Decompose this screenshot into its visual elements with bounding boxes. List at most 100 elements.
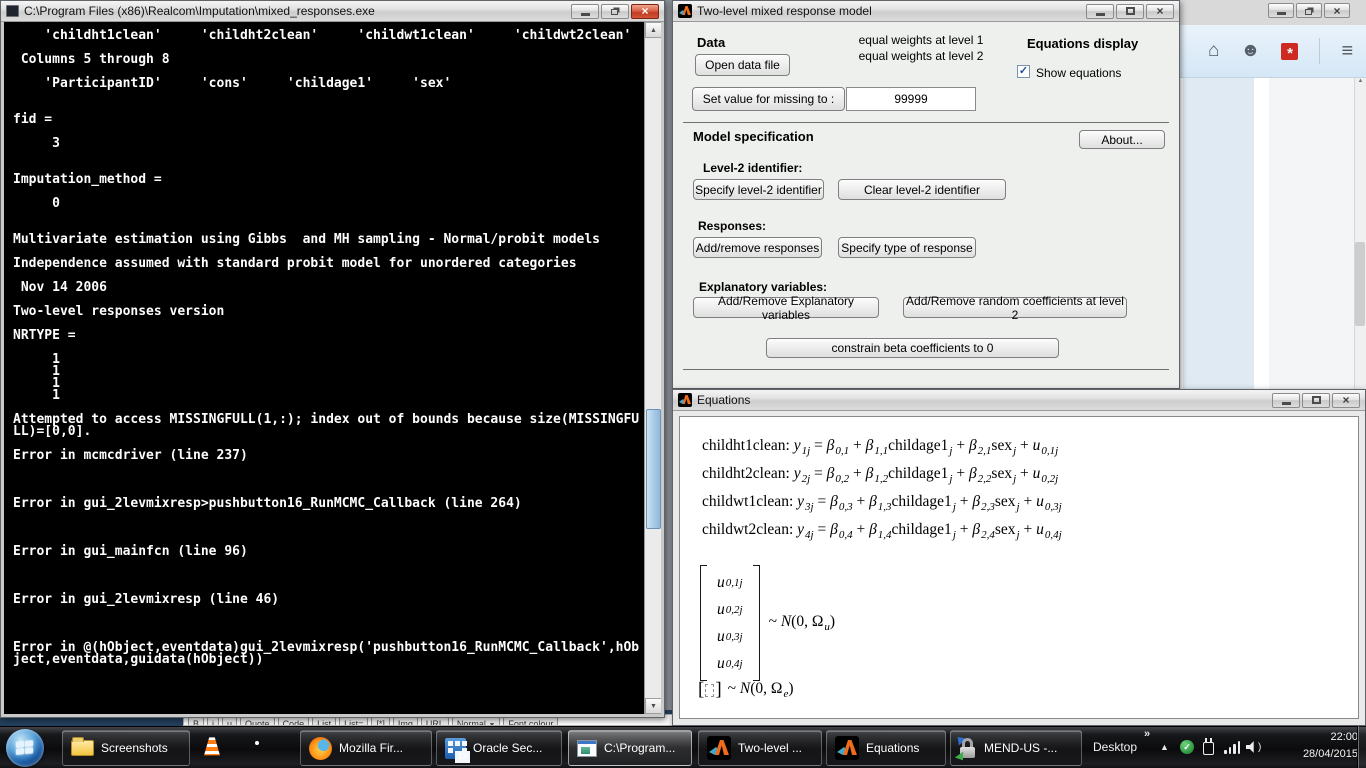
lock-icon <box>959 738 977 758</box>
desktop-toolbar-label[interactable]: Desktop <box>1093 740 1137 754</box>
browser-page-content: ▲ <box>1180 78 1366 390</box>
set-missing-value-button[interactable]: Set value for missing to : <box>692 87 845 111</box>
responses-heading: Responses: <box>698 219 766 233</box>
menu-icon[interactable]: ≡ <box>1341 40 1353 63</box>
taskbar-model-window-button[interactable]: Two-level ... <box>698 730 822 766</box>
specify-level2-button[interactable]: Specify level-2 identifier <box>693 179 824 200</box>
close-button[interactable]: × <box>1332 393 1360 408</box>
right-bracket: ] <box>715 679 721 701</box>
add-explanatory-button[interactable]: Add/Remove Explanatory variables <box>693 297 879 318</box>
show-equations-checkbox[interactable]: ✓ <box>1017 65 1030 78</box>
equation-line: childht1clean: y1j = β0,1 + β1,1childage… <box>702 437 1062 465</box>
editor-quote-button[interactable]: Quote <box>240 717 275 726</box>
clear-level2-button[interactable]: Clear level-2 identifier <box>838 179 1006 200</box>
open-data-file-button[interactable]: Open data file <box>695 54 790 76</box>
editor-font-colour-button[interactable]: Font colour <box>503 717 558 726</box>
editor-list-button[interactable]: List <box>312 717 336 726</box>
restore-button[interactable] <box>1296 3 1322 18</box>
close-button[interactable]: × <box>631 4 659 19</box>
tray-volume-icon[interactable]: ) <box>1246 726 1261 768</box>
tray-network-icon[interactable] <box>1224 726 1241 768</box>
chevron-right-icon[interactable]: » <box>1144 728 1150 740</box>
model-window-body: Data equal weights at level 1 equal weig… <box>675 22 1177 386</box>
specify-response-type-button[interactable]: Specify type of response <box>838 237 976 258</box>
constrain-beta-button[interactable]: constrain beta coefficients to 0 <box>766 338 1059 358</box>
taskbar-equations-button[interactable]: Equations <box>826 730 946 766</box>
minimize-button[interactable] <box>571 4 599 19</box>
about-button[interactable]: About... <box>1079 130 1165 149</box>
clock-date: 28/04/2015 <box>1282 746 1358 763</box>
missing-value-input[interactable] <box>846 87 976 111</box>
close-button[interactable]: × <box>1324 3 1350 18</box>
editor-list-eq-button[interactable]: List= <box>339 717 368 726</box>
minimize-button[interactable] <box>1086 4 1114 19</box>
matlab-icon <box>678 393 692 407</box>
u-term: u0,4j <box>717 650 743 677</box>
scrollbar-thumb[interactable] <box>646 409 661 529</box>
taskbar-screenshots-button[interactable]: Screenshots <box>62 730 190 766</box>
console-output-area: 'childht1clean' 'childht2clean' 'childwt… <box>4 22 661 714</box>
taskbar-console-button[interactable]: C:\Program... <box>568 730 692 766</box>
add-remove-responses-button[interactable]: Add/remove responses <box>693 237 822 258</box>
equations-titlebar[interactable]: Equations × <box>673 390 1365 411</box>
console-titlebar[interactable]: C:\Program Files (x86)\Realcom\Imputatio… <box>1 1 664 22</box>
minimize-button[interactable] <box>1268 3 1294 18</box>
maximize-button[interactable] <box>1116 4 1144 19</box>
close-button[interactable]: × <box>1146 4 1174 19</box>
random-coefficients-button[interactable]: Add/Remove random coefficients at level … <box>903 297 1127 318</box>
oracle-app-icon: 13 <box>445 738 466 759</box>
equation-rows: childht1clean: y1j = β0,1 + β1,1childage… <box>702 437 1062 549</box>
maximize-button[interactable] <box>1302 393 1330 408</box>
u-term: u0,2j <box>717 596 743 623</box>
random-effects-vector: u0,1j u0,2j u0,3j u0,4j ~ N(0, Ωu) <box>700 565 835 681</box>
u-term: u0,1j <box>717 569 743 596</box>
lastpass-icon[interactable]: * <box>1281 43 1298 60</box>
editor-italic-button[interactable]: i <box>207 717 219 726</box>
tray-clock[interactable]: 22:00 28/04/2015 <box>1282 729 1358 763</box>
editor-bullet-button[interactable]: [*] <box>371 717 390 726</box>
equation-line: childwt1clean: y3j = β0,3 + β1,3childage… <box>702 493 1062 521</box>
data-section-heading: Data <box>697 35 725 50</box>
console-title: C:\Program Files (x86)\Realcom\Imputatio… <box>24 4 375 18</box>
scrollbar-thumb[interactable] <box>1355 242 1365 326</box>
tray-power-icon[interactable] <box>1203 726 1214 768</box>
editor-format-dropdown[interactable]: Normal ▼ <box>452 717 500 726</box>
scroll-down-icon[interactable]: ▼ <box>645 698 661 714</box>
editor-url-button[interactable]: URL <box>421 717 449 726</box>
tray-update-icon[interactable]: ✓ <box>1180 726 1194 768</box>
matlab-icon <box>707 736 731 760</box>
equations-display-heading: Equations display <box>1027 36 1138 51</box>
editor-img-button[interactable]: Img <box>393 717 418 726</box>
scroll-up-icon[interactable]: ▲ <box>645 22 661 38</box>
show-desktop-button[interactable] <box>1357 726 1366 768</box>
model-window: Two-level mixed response model × Data eq… <box>672 0 1180 389</box>
chat-icon[interactable]: ☻ <box>1240 40 1260 62</box>
windows-logo-icon <box>16 740 34 757</box>
taskbar-firefox-button[interactable]: Mozilla Fir... <box>300 730 432 766</box>
start-button[interactable] <box>6 729 44 767</box>
browser-scrollbar[interactable]: ▲ <box>1354 78 1366 390</box>
model-titlebar[interactable]: Two-level mixed response model × <box>673 1 1179 22</box>
home-icon[interactable]: ⌂ <box>1208 40 1219 62</box>
editor-code-button[interactable]: Code <box>278 717 310 726</box>
explanatory-heading: Explanatory variables: <box>699 280 827 294</box>
taskbar-oracle-button[interactable]: 13 Oracle Sec... <box>436 730 562 766</box>
page-column <box>1183 78 1254 390</box>
equations-window: Equations × childht1clean: y1j = β0,1 + … <box>672 389 1366 726</box>
left-bracket <box>700 565 707 681</box>
browser-window-fragment: × ⌂ ☻ * ≡ ▲ <box>1180 0 1366 390</box>
restore-button[interactable] <box>601 4 629 19</box>
editor-bold-button[interactable]: B <box>188 717 204 726</box>
tray-expand-icon[interactable]: ▲ <box>1160 726 1169 768</box>
scroll-up-icon[interactable]: ▲ <box>1358 78 1364 84</box>
vlc-icon[interactable] <box>202 737 222 757</box>
clock-time: 22:00 <box>1282 729 1358 746</box>
equation-line: childht2clean: y2j = β0,2 + β1,2childage… <box>702 465 1062 493</box>
model-spec-heading: Model specification <box>693 129 814 144</box>
console-output-text: 'childht1clean' 'childht2clean' 'childwt… <box>4 22 661 666</box>
folder-icon <box>71 740 94 756</box>
taskbar-mendus-button[interactable]: MEND-US -... <box>950 730 1082 766</box>
console-scrollbar[interactable]: ▲ ▼ <box>644 22 661 714</box>
editor-underline-button[interactable]: u <box>222 717 237 726</box>
minimize-button[interactable] <box>1272 393 1300 408</box>
